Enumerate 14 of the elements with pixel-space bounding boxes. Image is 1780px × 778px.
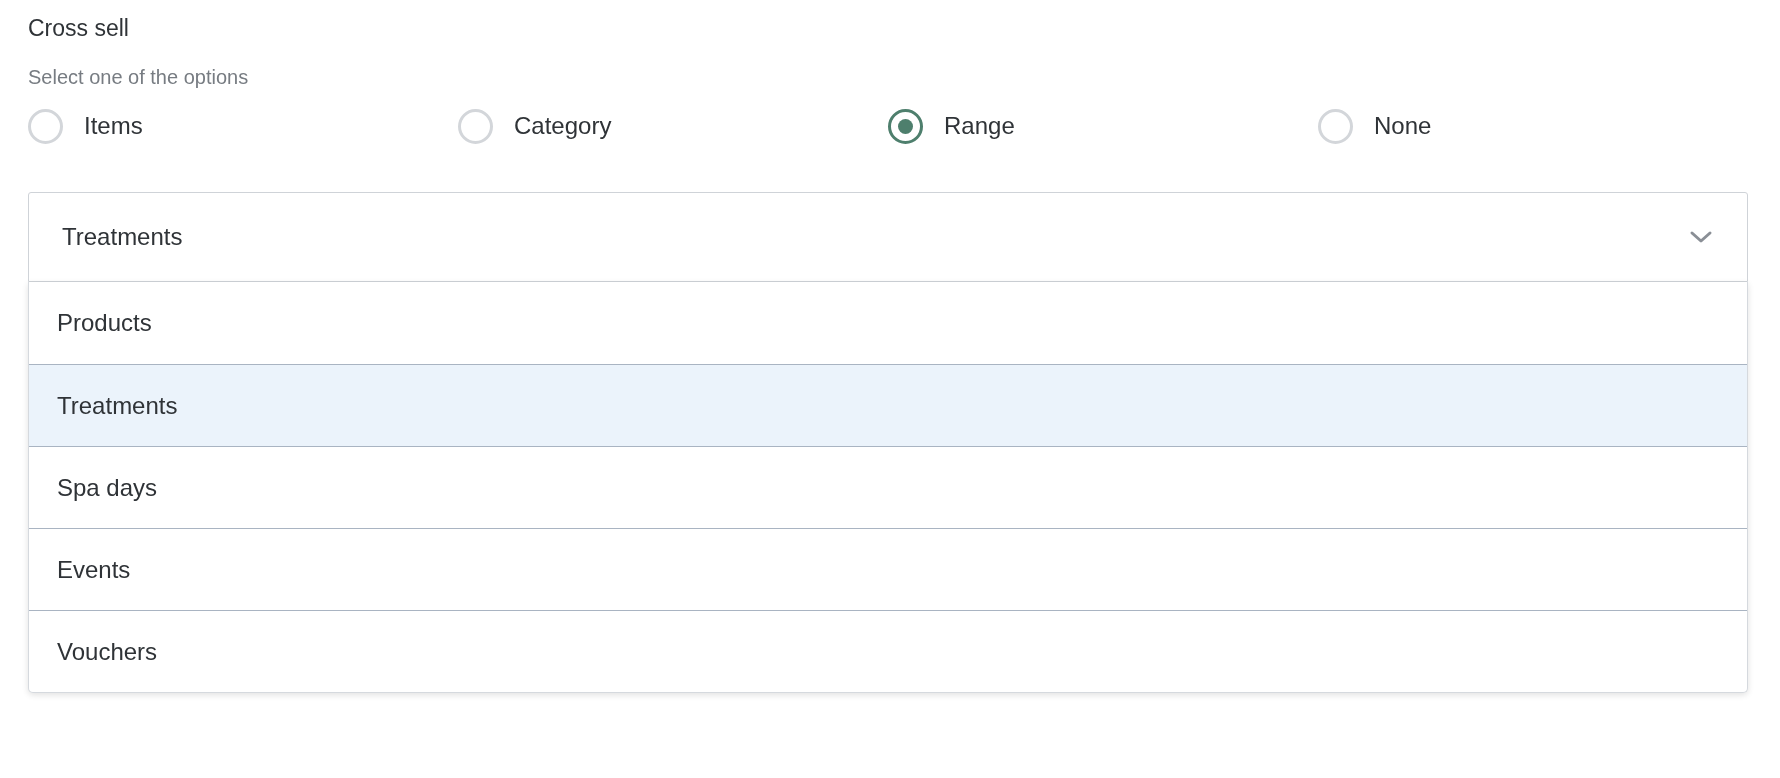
dropdown-option[interactable]: Treatments: [29, 364, 1747, 446]
dropdown-option[interactable]: Vouchers: [29, 610, 1747, 692]
helper-text: Select one of the options: [28, 65, 250, 90]
radio-label[interactable]: Range: [944, 112, 1015, 140]
dropdown-option[interactable]: Spa days: [29, 446, 1747, 528]
dropdown-select[interactable]: Treatments: [28, 192, 1748, 282]
dropdown-option[interactable]: Products: [29, 282, 1747, 364]
radio-label[interactable]: None: [1374, 112, 1432, 140]
section-title: Cross sell: [28, 14, 130, 43]
radio-button[interactable]: [888, 108, 923, 144]
chevron-down-icon: [1689, 230, 1713, 244]
radio-label[interactable]: Category: [514, 112, 612, 140]
radio-label[interactable]: Items: [84, 112, 143, 140]
dropdown-option[interactable]: Events: [29, 528, 1747, 610]
